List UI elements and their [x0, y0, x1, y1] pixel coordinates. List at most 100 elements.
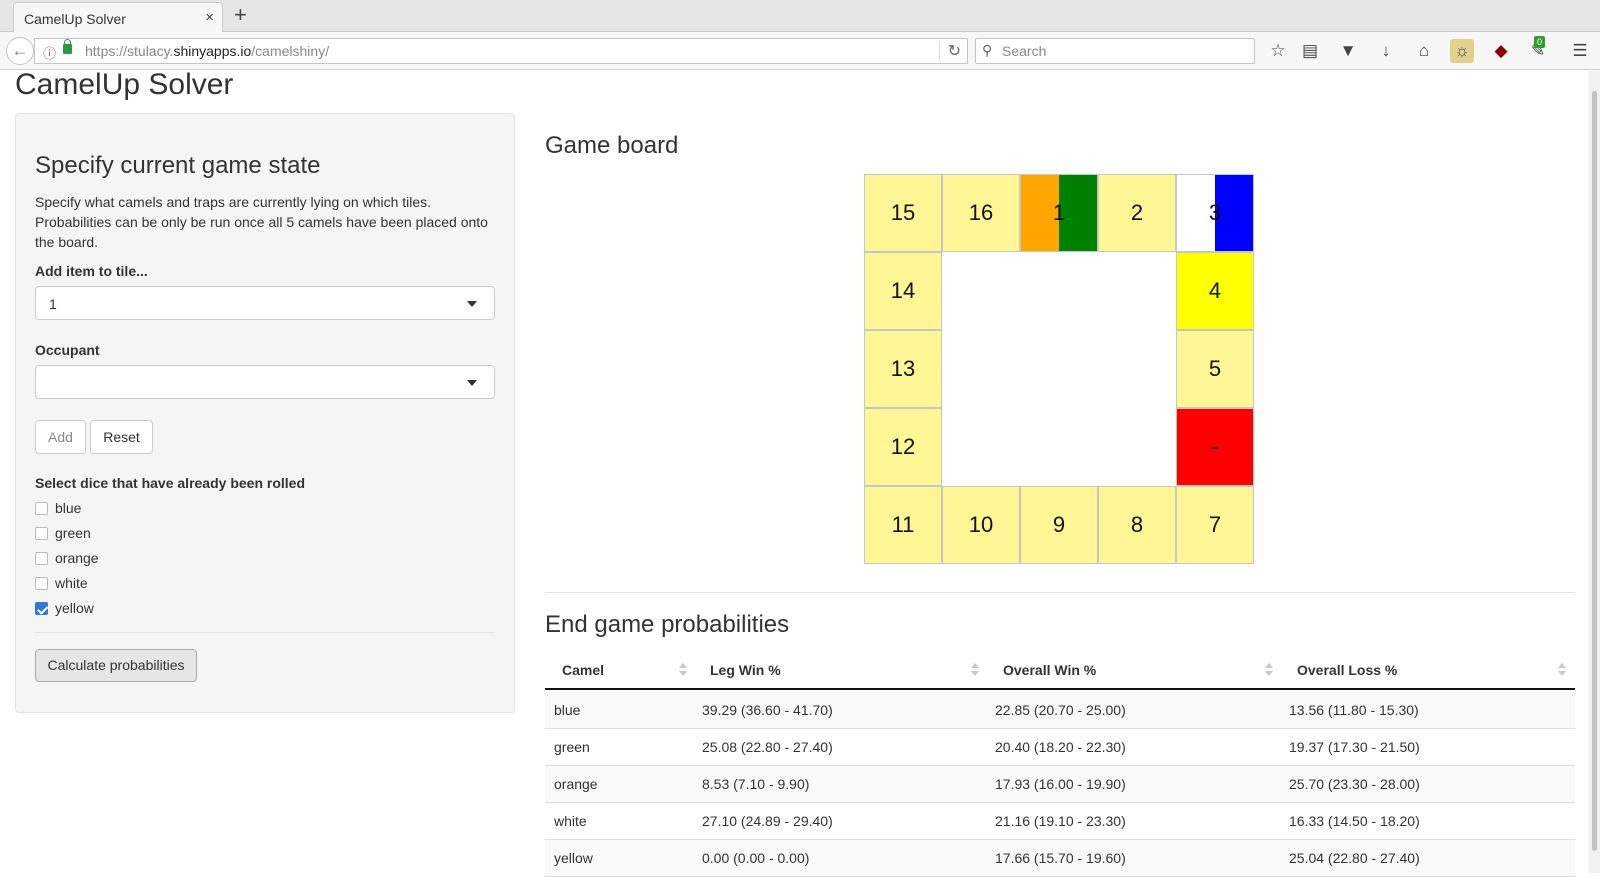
calculate-probabilities-button[interactable]: Calculate probabilities: [35, 649, 197, 682]
home-icon[interactable]: ⌂: [1412, 39, 1436, 63]
checkbox-label: blue: [55, 500, 82, 516]
downloads-icon[interactable]: ↓: [1374, 39, 1398, 63]
reset-button[interactable]: Reset: [90, 420, 153, 454]
board-tile-trap: -: [1176, 408, 1254, 486]
occupant-select[interactable]: [35, 365, 495, 399]
chevron-down-icon: [467, 380, 477, 386]
board-tile: 10: [942, 486, 1020, 564]
tile-select-label: Add item to tile...: [35, 263, 148, 279]
sidebar-heading: Specify current game state: [35, 152, 321, 179]
board-tile-camels: 1: [1020, 174, 1098, 252]
page-scrollbar[interactable]: [1589, 71, 1600, 873]
sidebar-description: Specify what camels and traps are curren…: [35, 194, 488, 250]
divider: [545, 592, 1575, 593]
column-header-leg-win[interactable]: Leg Win %: [710, 650, 781, 690]
table-row: yellow 0.00 (0.00 - 0.00) 17.66 (15.70 -…: [545, 840, 1575, 877]
browser-tab-title: CamelUp Solver: [24, 11, 126, 27]
board-tile-camels: 3: [1176, 174, 1254, 252]
board-tile: 8: [1098, 486, 1176, 564]
table-cell: 19.37 (17.30 - 21.50): [1289, 739, 1420, 755]
dice-label: Select dice that have already been rolle…: [35, 475, 305, 491]
new-tab-icon[interactable]: +: [234, 3, 247, 27]
board-tile: 5: [1176, 330, 1254, 408]
lock-icon: [63, 39, 72, 54]
checkbox-label: green: [55, 525, 91, 541]
table-cell: 22.85 (20.70 - 25.00): [995, 702, 1126, 718]
column-header-overall-win[interactable]: Overall Win %: [1003, 650, 1096, 690]
game-board: 15 16 1 2 3 14 13 12 4 5 - 11 10 9 8 7: [864, 174, 1256, 566]
table-cell: 17.93 (16.00 - 19.90): [995, 776, 1126, 792]
checkbox[interactable]: [35, 552, 48, 565]
probabilities-heading: End game probabilities: [545, 611, 790, 638]
column-header-overall-loss[interactable]: Overall Loss %: [1297, 650, 1397, 690]
table-cell: yellow: [554, 850, 593, 866]
table-cell: green: [554, 739, 590, 755]
address-bar[interactable]: ⓘ https://stulacy.shinyapps.io/camelshin…: [34, 38, 968, 64]
add-button[interactable]: Add: [35, 420, 86, 454]
board-tile: 12: [864, 408, 942, 486]
table-header: Camel Leg Win % Overall Win % Overall Lo…: [545, 650, 1575, 690]
board-tile-camel: 4: [1176, 252, 1254, 330]
checkbox[interactable]: [35, 502, 48, 515]
table-row: orange 8.53 (7.10 - 9.90) 17.93 (16.00 -…: [545, 766, 1575, 803]
ublock-icon[interactable]: ◆: [1489, 39, 1513, 63]
search-icon: ⚲: [982, 42, 993, 58]
table-cell: 8.53 (7.10 - 9.90): [702, 776, 810, 792]
sort-icon[interactable]: [1265, 663, 1273, 677]
table-row: white 27.10 (24.89 - 29.40) 21.16 (19.10…: [545, 803, 1575, 840]
info-icon[interactable]: ⓘ: [43, 43, 56, 62]
board-tile: 2: [1098, 174, 1176, 252]
table-cell: 25.70 (23.30 - 28.00): [1289, 776, 1420, 792]
table-row: blue 39.29 (36.60 - 41.70) 22.85 (20.70 …: [545, 692, 1575, 729]
table-cell: 27.10 (24.89 - 29.40): [702, 813, 833, 829]
tile-select[interactable]: 1: [35, 286, 495, 320]
table-cell: orange: [554, 776, 598, 792]
scrollbar-thumb[interactable]: [1592, 91, 1597, 851]
board-tile: 11: [864, 486, 942, 564]
checkbox[interactable]: [35, 602, 48, 615]
back-arrow-icon[interactable]: ←: [6, 37, 34, 65]
close-tab-icon[interactable]: ×: [205, 9, 214, 26]
table-cell: 20.40 (18.20 - 22.30): [995, 739, 1126, 755]
checkbox-label: orange: [55, 550, 99, 566]
table-cell: blue: [554, 702, 581, 718]
game-board-heading: Game board: [545, 132, 679, 159]
table-cell: 17.66 (15.70 - 19.60): [995, 850, 1126, 866]
chevron-down-icon: [467, 301, 477, 307]
browser-nav-bar: ← ⓘ https://stulacy.shinyapps.io/camelsh…: [0, 32, 1600, 70]
extension-icon[interactable]: ☼: [1450, 39, 1474, 63]
sort-icon[interactable]: [971, 663, 979, 677]
table-cell: 25.04 (22.80 - 27.40): [1289, 850, 1420, 866]
reload-icon[interactable]: ↻: [938, 41, 961, 61]
pocket-icon[interactable]: ▼: [1336, 39, 1360, 63]
tile-select-value: 1: [49, 296, 57, 312]
extension-badge: 0: [1534, 36, 1546, 48]
board-tile: 16: [942, 174, 1020, 252]
checkbox[interactable]: [35, 527, 48, 540]
board-tile: 15: [864, 174, 942, 252]
table-cell: 16.33 (14.50 - 18.20): [1289, 813, 1420, 829]
checkbox[interactable]: [35, 577, 48, 590]
page-title: CamelUp Solver: [15, 68, 234, 101]
board-tile: 7: [1176, 486, 1254, 564]
occupant-select-label: Occupant: [35, 342, 100, 358]
browser-search-input[interactable]: [1000, 41, 1250, 61]
sort-icon[interactable]: [1558, 663, 1566, 677]
table-cell: 39.29 (36.60 - 41.70): [702, 702, 833, 718]
table-cell: 21.16 (19.10 - 23.30): [995, 813, 1126, 829]
table-cell: white: [554, 813, 587, 829]
column-header-camel[interactable]: Camel: [562, 650, 604, 690]
table-cell: 0.00 (0.00 - 0.00): [702, 850, 810, 866]
table-cell: 13.56 (11.80 - 15.30): [1289, 702, 1419, 718]
browser-search-bar[interactable]: ⚲: [975, 38, 1255, 64]
table-row: green 25.08 (22.80 - 27.40) 20.40 (18.20…: [545, 729, 1575, 766]
url-text[interactable]: https://stulacy.shinyapps.io/camelshiny/: [85, 43, 329, 59]
sort-icon[interactable]: [679, 663, 687, 677]
bookmark-star-icon[interactable]: ☆: [1266, 39, 1290, 63]
reading-list-icon[interactable]: ▤: [1298, 39, 1322, 63]
browser-tab[interactable]: CamelUp Solver ×: [13, 2, 223, 32]
checkbox-label: yellow: [55, 600, 94, 616]
menu-icon[interactable]: ☰: [1568, 39, 1592, 63]
board-tile: 13: [864, 330, 942, 408]
sidebar-panel: Specify current game state Specify what …: [15, 113, 515, 713]
